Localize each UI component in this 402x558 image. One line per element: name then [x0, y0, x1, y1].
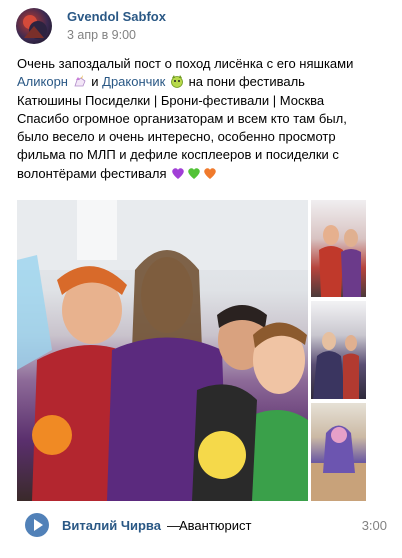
avatar[interactable]: [16, 8, 52, 44]
post-text: Очень запоздалый пост о поход лисёнка с …: [17, 55, 387, 183]
audio-duration: 3:00: [361, 518, 387, 533]
post-text-line: Спасибо огромное организаторам и всем кт…: [17, 110, 347, 126]
wall-post: Gvendol Sabfox 3 апр в 9:00 Очень запозд…: [0, 0, 402, 558]
author-name[interactable]: Gvendol Sabfox: [67, 9, 166, 24]
play-button[interactable]: [25, 513, 49, 537]
photo-side-1[interactable]: [311, 200, 366, 297]
dragon-emoji: [171, 75, 183, 89]
link-alicorn[interactable]: Аликорн: [17, 74, 68, 89]
audio-attachment: Виталий Чирва — Авантюрист 3:00: [17, 510, 387, 538]
purple-heart-icon: [172, 168, 184, 179]
photo-side-3[interactable]: [311, 403, 366, 501]
post-text-line: фильма по МЛП и дефиле косплееров и поси…: [17, 147, 339, 163]
orange-heart-icon: [204, 168, 216, 179]
post-date[interactable]: 3 апр в 9:00: [67, 28, 136, 42]
link-dragon[interactable]: Дракончик: [102, 74, 165, 89]
post-text-line: на пони фестиваль: [188, 74, 305, 90]
post-text-line: волонтёрами фестиваля: [17, 165, 167, 181]
photo-grid: [17, 200, 366, 501]
audio-artist[interactable]: Виталий Чирва: [62, 518, 161, 533]
post-text-line: Катюшины Посиделки | Брони-фестивали | М…: [17, 92, 325, 108]
green-heart-icon: [188, 168, 200, 179]
post-text-and: и: [91, 74, 99, 90]
audio-title: Авантюрист: [179, 518, 252, 533]
post-text-line: Очень запоздалый пост о поход лисёнка с …: [17, 56, 354, 71]
unicorn-emoji: [74, 75, 86, 87]
photo-main[interactable]: [17, 200, 308, 501]
photo-side-2[interactable]: [311, 301, 366, 399]
post-text-line: было весело и очень интересно, особенно …: [17, 129, 336, 145]
